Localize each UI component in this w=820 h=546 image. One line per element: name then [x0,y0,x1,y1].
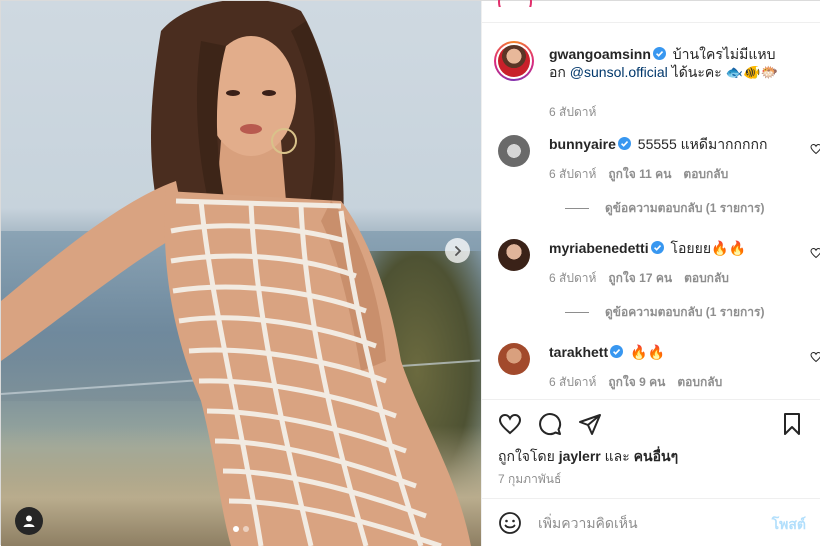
comment-body: โอยยย🔥🔥 [670,240,746,256]
model-figure [1,1,472,546]
comment-time[interactable]: 6 สัปดาห์ [549,269,596,288]
verified-badge-icon [650,241,664,254]
carousel-dots [233,526,249,532]
comment-time[interactable]: 6 สัปดาห์ [549,373,596,392]
comment-bubble-icon[interactable] [538,412,562,436]
post-actions: ถูกใจโดย jaylerr และ คนอื่นๆ 7 กุมภาพันธ… [482,399,820,499]
liked-by-others-link[interactable]: คนอื่นๆ [634,448,678,464]
comment-text: tarakhett 🔥🔥 [549,343,789,361]
share-paper-plane-icon[interactable] [578,412,602,436]
caption-time[interactable]: 6 สัปดาห์ [549,103,596,122]
emoji-icon[interactable] [498,511,522,535]
view-replies-label: ดูข้อความตอบกลับ (1 รายการ) [605,201,765,215]
post-date[interactable]: 7 กุมภาพันธ์ [498,470,561,489]
bookmark-icon[interactable] [780,412,804,436]
add-comment-bar: โพสต์ [482,498,820,546]
comment-username[interactable]: tarakhett [549,344,608,360]
post-header-strip [482,0,820,23]
carousel-dot-active [233,526,239,532]
chevron-right-icon [454,245,461,256]
comment-meta: 6 สัปดาห์ ถูกใจ 11 คน ตอบกลับ [549,165,728,184]
post-comment-button[interactable]: โพสต์ [772,514,806,536]
liked-by-and: และ [604,448,630,464]
comment-username[interactable]: myriabenedetti [549,240,649,256]
post-side-panel: gwangoamsinn บ้านใครไม่มีแหบอก @sunsol.o… [481,0,820,546]
replies-divider [565,312,589,313]
reply-button[interactable]: ตอบกลับ [677,373,722,392]
view-replies-button[interactable]: ดูข้อความตอบกลับ (1 รายการ) [565,199,764,218]
comments-list[interactable]: gwangoamsinn บ้านใครไม่มีแหบอก @sunsol.o… [482,23,820,399]
caption-text: gwangoamsinn บ้านใครไม่มีแหบอก @sunsol.o… [549,45,789,81]
caption-mention-link[interactable]: @sunsol.official [570,64,668,80]
comment-meta: 6 สัปดาห์ ถูกใจ 9 คน ตอบกลับ [549,373,722,392]
comment-username[interactable]: bunnyaire [549,136,616,152]
verified-badge-icon [652,47,666,60]
verified-badge-icon [617,137,631,150]
comment-input[interactable] [538,511,758,535]
heart-icon[interactable] [810,143,820,155]
caption-username[interactable]: gwangoamsinn [549,46,651,62]
caption-meta: 6 สัปดาห์ [549,103,596,122]
comment-body: 🔥🔥 [630,344,665,360]
heart-icon[interactable] [810,247,820,259]
comment-text: bunnyaire 55555 แหดีมากกกกก [549,135,789,153]
user-tag-icon [23,515,35,527]
header-avatar[interactable] [498,0,532,7]
tagged-users-button[interactable] [15,507,43,535]
comment-likes[interactable]: ถูกใจ 9 คน [608,373,665,392]
comment-avatar[interactable] [498,239,530,271]
liked-by-line: ถูกใจโดย jaylerr และ คนอื่นๆ [498,446,678,468]
reply-button[interactable]: ตอบกลับ [684,269,729,288]
carousel-dot [243,526,249,532]
comment-likes[interactable]: ถูกใจ 11 คน [608,165,671,184]
replies-divider [565,208,589,209]
comment-avatar[interactable] [498,135,530,167]
comment-likes[interactable]: ถูกใจ 17 คน [608,269,672,288]
caption-avatar[interactable] [494,41,534,81]
comment-time[interactable]: 6 สัปดาห์ [549,165,596,184]
liked-by-prefix: ถูกใจโดย [498,448,555,464]
view-replies-button[interactable]: ดูข้อความตอบกลับ (1 รายการ) [565,303,764,322]
caption-suffix: ได้นะคะ 🐟🐠🐡 [671,64,778,80]
carousel-next-button[interactable] [445,238,470,263]
like-heart-icon[interactable] [498,412,522,436]
comment-text: myriabenedetti โอยยย🔥🔥 [549,239,789,257]
post-dialog: gwangoamsinn บ้านใครไม่มีแหบอก @sunsol.o… [0,0,820,546]
view-replies-label: ดูข้อความตอบกลับ (1 รายการ) [605,305,765,319]
comment-meta: 6 สัปดาห์ ถูกใจ 17 คน ตอบกลับ [549,269,729,288]
post-photo[interactable] [1,1,481,546]
verified-badge-icon [610,345,624,358]
reply-button[interactable]: ตอบกลับ [683,165,728,184]
heart-icon[interactable] [810,351,820,363]
liked-by-user-link[interactable]: jaylerr [559,448,601,464]
comment-body: 55555 แหดีมากกกกก [637,136,768,152]
comment-avatar[interactable] [498,343,530,375]
